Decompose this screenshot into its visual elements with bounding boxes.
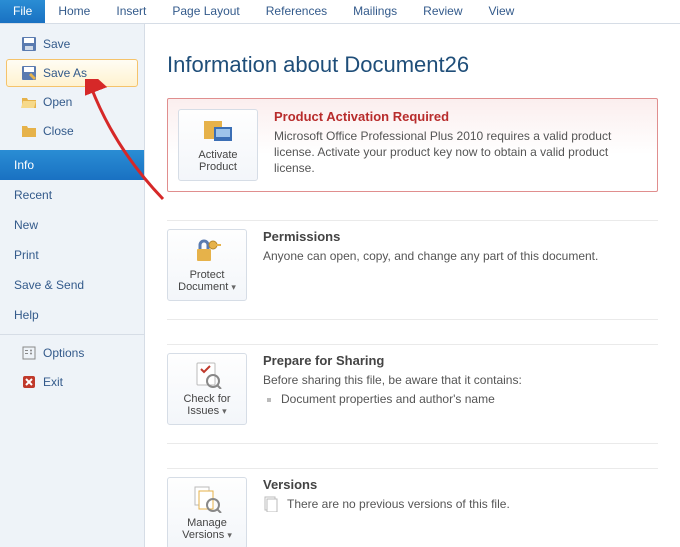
sidebar-item-save[interactable]: Save <box>6 30 138 58</box>
open-icon <box>21 94 37 110</box>
protect-document-button[interactable]: ProtectDocument ▾ <box>167 229 247 301</box>
tile-label: Issues <box>187 405 219 417</box>
permissions-heading: Permissions <box>263 229 658 244</box>
sidebar-item-label: Save As <box>43 66 87 80</box>
tab-page-layout[interactable]: Page Layout <box>159 0 252 23</box>
tile-label: Check for <box>183 393 230 405</box>
permissions-text: Anyone can open, copy, and change any pa… <box>263 248 658 264</box>
sidebar-cat-help[interactable]: Help <box>0 300 144 330</box>
tab-view[interactable]: View <box>476 0 528 23</box>
sidebar-cat-print[interactable]: Print <box>0 240 144 270</box>
manage-versions-button[interactable]: ManageVersions ▾ <box>167 477 247 547</box>
sidebar-cat-recent[interactable]: Recent <box>0 180 144 210</box>
tile-label: Manage <box>187 517 227 529</box>
backstage-sidebar: Save Save As Open Close Info Recent New … <box>0 24 145 547</box>
sidebar-item-label: Open <box>43 95 72 109</box>
activation-text: Microsoft Office Professional Plus 2010 … <box>274 128 645 177</box>
options-icon <box>21 345 37 361</box>
save-icon <box>21 36 37 52</box>
sidebar-item-label: Close <box>43 124 74 138</box>
list-item: Document properties and author's name <box>281 392 658 406</box>
sidebar-cat-save-send[interactable]: Save & Send <box>0 270 144 300</box>
sharing-text: Before sharing this file, be aware that … <box>263 372 658 388</box>
versions-heading: Versions <box>263 477 658 492</box>
save-as-icon <box>21 65 37 81</box>
activate-product-icon <box>202 117 234 145</box>
sidebar-item-open[interactable]: Open <box>6 88 138 116</box>
tab-file[interactable]: File <box>0 0 45 23</box>
tile-label: Versions <box>182 529 224 541</box>
chevron-down-icon: ▾ <box>231 282 236 292</box>
sidebar-item-label: Exit <box>43 375 63 389</box>
sidebar-item-options[interactable]: Options <box>6 339 138 367</box>
sharing-heading: Prepare for Sharing <box>263 353 658 368</box>
activation-heading: Product Activation Required <box>274 109 645 124</box>
sidebar-item-close[interactable]: Close <box>6 117 138 145</box>
tile-label: Activate <box>198 149 237 161</box>
tab-references[interactable]: References <box>253 0 340 23</box>
tab-review[interactable]: Review <box>410 0 475 23</box>
sidebar-separator <box>0 334 144 335</box>
section-permissions: ProtectDocument ▾ Permissions Anyone can… <box>167 220 658 320</box>
tile-label: Product <box>199 161 237 173</box>
tab-home[interactable]: Home <box>45 0 103 23</box>
check-for-issues-icon <box>191 361 223 389</box>
versions-text: There are no previous versions of this f… <box>287 497 510 511</box>
sidebar-item-label: Save <box>43 37 70 51</box>
tile-label: Protect <box>190 269 225 281</box>
tab-insert[interactable]: Insert <box>103 0 159 23</box>
backstage-main: Information about Document26 ActivatePro… <box>145 24 680 547</box>
section-activation: ActivateProduct Product Activation Requi… <box>167 98 658 192</box>
protect-document-icon <box>191 237 223 265</box>
sharing-list: Document properties and author's name <box>263 392 658 406</box>
activate-product-button[interactable]: ActivateProduct <box>178 109 258 181</box>
check-for-issues-button[interactable]: Check forIssues ▾ <box>167 353 247 425</box>
section-sharing: Check forIssues ▾ Prepare for Sharing Be… <box>167 344 658 444</box>
sidebar-item-exit[interactable]: Exit <box>6 368 138 396</box>
sidebar-item-save-as[interactable]: Save As <box>6 59 138 87</box>
section-versions: ManageVersions ▾ Versions There are no p… <box>167 468 658 547</box>
sidebar-cat-info[interactable]: Info <box>0 150 144 180</box>
close-icon <box>21 123 37 139</box>
sidebar-cat-new[interactable]: New <box>0 210 144 240</box>
tile-label: Document <box>178 281 228 293</box>
ribbon-tabs: File Home Insert Page Layout References … <box>0 0 680 24</box>
chevron-down-icon: ▾ <box>227 530 232 540</box>
chevron-down-icon: ▾ <box>222 406 227 416</box>
page-title: Information about Document26 <box>167 52 658 78</box>
tab-mailings[interactable]: Mailings <box>340 0 410 23</box>
document-version-icon <box>263 496 279 512</box>
exit-icon <box>21 374 37 390</box>
sidebar-item-label: Options <box>43 346 84 360</box>
manage-versions-icon <box>191 485 223 513</box>
